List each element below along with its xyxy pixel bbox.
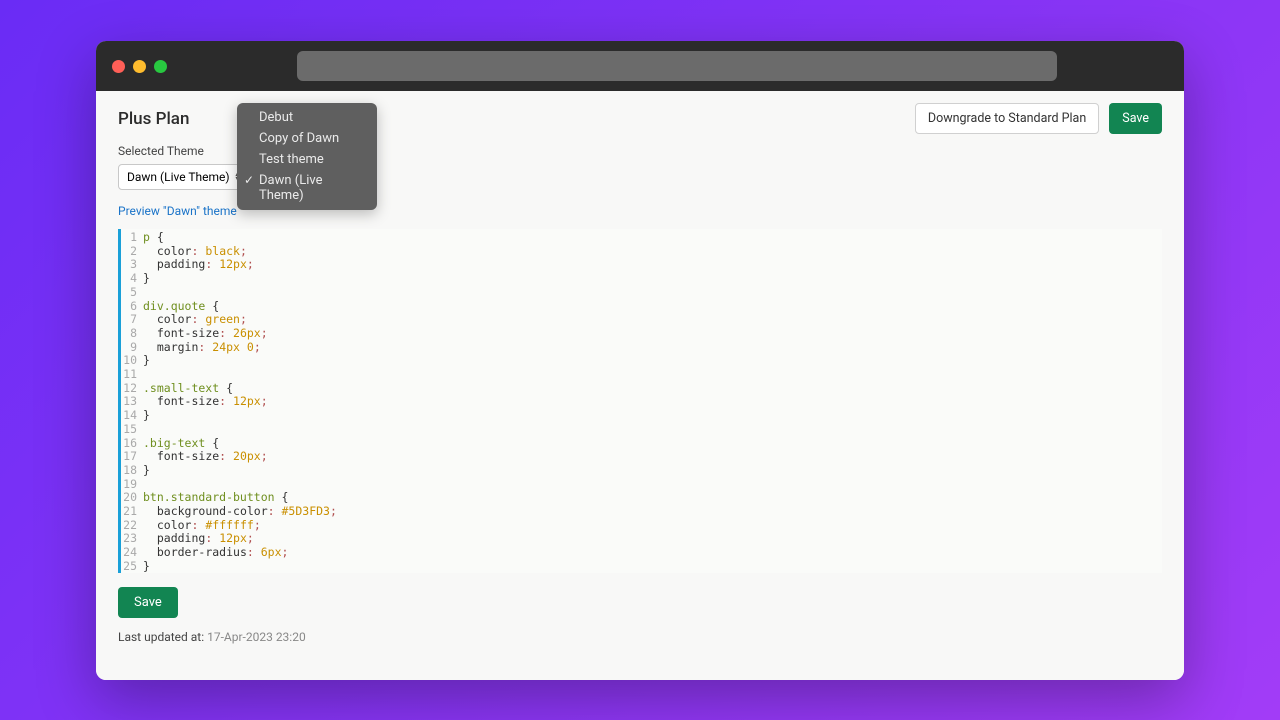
line-content: padding: 12px; (143, 258, 254, 272)
line-content: font-size: 26px; (143, 327, 268, 341)
line-number: 20 (121, 491, 143, 505)
line-number: 2 (121, 245, 143, 259)
line-number: 24 (121, 546, 143, 560)
maximize-icon[interactable] (154, 60, 167, 73)
line-number: 3 (121, 258, 143, 272)
theme-select-value: Dawn (Live Theme) (127, 170, 230, 184)
theme-option[interactable]: Debut (237, 107, 377, 128)
code-line[interactable]: 25} (121, 560, 1162, 573)
line-content: } (143, 272, 150, 286)
code-line[interactable]: 2 color: black; (121, 245, 1162, 259)
code-line[interactable]: 17 font-size: 20px; (121, 450, 1162, 464)
downgrade-button[interactable]: Downgrade to Standard Plan (915, 103, 1099, 134)
line-content: background-color: #5D3FD3; (143, 505, 337, 519)
line-content: color: black; (143, 245, 247, 259)
line-number: 6 (121, 300, 143, 314)
code-line[interactable]: 18} (121, 464, 1162, 478)
last-updated: Last updated at: 17-Apr-2023 23:20 (118, 630, 1184, 644)
line-number: 22 (121, 519, 143, 533)
code-line[interactable]: 9 margin: 24px 0; (121, 341, 1162, 355)
line-number: 10 (121, 354, 143, 368)
browser-window: Plus Plan Downgrade to Standard Plan Sav… (96, 41, 1184, 680)
last-updated-label: Last updated at: (118, 630, 207, 644)
line-number: 25 (121, 560, 143, 573)
line-number: 13 (121, 395, 143, 409)
line-content: .small-text { (143, 382, 233, 396)
theme-dropdown[interactable]: DebutCopy of DawnTest themeDawn (Live Th… (237, 103, 377, 210)
line-number: 17 (121, 450, 143, 464)
line-number: 15 (121, 423, 143, 437)
code-line[interactable]: 6div.quote { (121, 300, 1162, 314)
browser-titlebar (96, 41, 1184, 91)
header-actions: Downgrade to Standard Plan Save (915, 103, 1162, 134)
code-line[interactable]: 11 (121, 368, 1162, 382)
line-content: color: #ffffff; (143, 519, 261, 533)
line-number: 5 (121, 286, 143, 300)
traffic-lights (112, 60, 167, 73)
url-bar[interactable] (297, 51, 1057, 81)
line-content: font-size: 20px; (143, 450, 268, 464)
code-line[interactable]: 1p { (121, 231, 1162, 245)
code-line[interactable]: 12.small-text { (121, 382, 1162, 396)
line-content: } (143, 354, 150, 368)
save-button-bottom[interactable]: Save (118, 587, 178, 618)
theme-option[interactable]: Copy of Dawn (237, 128, 377, 149)
last-updated-timestamp: 17-Apr-2023 23:20 (207, 630, 306, 644)
line-content: padding: 12px; (143, 532, 254, 546)
minimize-icon[interactable] (133, 60, 146, 73)
line-number: 4 (121, 272, 143, 286)
line-number: 19 (121, 478, 143, 492)
line-number: 12 (121, 382, 143, 396)
code-line[interactable]: 22 color: #ffffff; (121, 519, 1162, 533)
theme-option[interactable]: Test theme (237, 149, 377, 170)
line-content: font-size: 12px; (143, 395, 268, 409)
code-line[interactable]: 15 (121, 423, 1162, 437)
line-number: 16 (121, 437, 143, 451)
code-line[interactable]: 13 font-size: 12px; (121, 395, 1162, 409)
code-line[interactable]: 3 padding: 12px; (121, 258, 1162, 272)
line-content: border-radius: 6px; (143, 546, 288, 560)
close-icon[interactable] (112, 60, 125, 73)
css-editor[interactable]: 1p {2 color: black;3 padding: 12px;4}56d… (118, 229, 1162, 573)
code-line[interactable]: 20btn.standard-button { (121, 491, 1162, 505)
code-line[interactable]: 14} (121, 409, 1162, 423)
line-number: 8 (121, 327, 143, 341)
code-line[interactable]: 4} (121, 272, 1162, 286)
theme-option[interactable]: Dawn (Live Theme) (237, 170, 377, 206)
line-content: div.quote { (143, 300, 219, 314)
line-number: 9 (121, 341, 143, 355)
code-line[interactable]: 24 border-radius: 6px; (121, 546, 1162, 560)
line-number: 14 (121, 409, 143, 423)
code-line[interactable]: 23 padding: 12px; (121, 532, 1162, 546)
line-number: 11 (121, 368, 143, 382)
code-line[interactable]: 19 (121, 478, 1162, 492)
save-button-top[interactable]: Save (1109, 103, 1162, 134)
theme-select[interactable]: Dawn (Live Theme) ▲▼ (118, 164, 249, 190)
code-line[interactable]: 7 color: green; (121, 313, 1162, 327)
code-line[interactable]: 16.big-text { (121, 437, 1162, 451)
line-number: 21 (121, 505, 143, 519)
line-number: 18 (121, 464, 143, 478)
code-line[interactable]: 5 (121, 286, 1162, 300)
page-title: Plus Plan (118, 109, 189, 129)
code-line[interactable]: 10} (121, 354, 1162, 368)
line-number: 7 (121, 313, 143, 327)
page-content: Plus Plan Downgrade to Standard Plan Sav… (96, 91, 1184, 680)
line-number: 23 (121, 532, 143, 546)
code-line[interactable]: 21 background-color: #5D3FD3; (121, 505, 1162, 519)
line-content: } (143, 464, 150, 478)
code-line[interactable]: 8 font-size: 26px; (121, 327, 1162, 341)
line-content: color: green; (143, 313, 247, 327)
line-content: } (143, 409, 150, 423)
line-number: 1 (121, 231, 143, 245)
line-content: .big-text { (143, 437, 219, 451)
line-content: margin: 24px 0; (143, 341, 261, 355)
line-content: p { (143, 231, 164, 245)
line-content: btn.standard-button { (143, 491, 288, 505)
preview-theme-link[interactable]: Preview "Dawn" theme (118, 204, 237, 218)
line-content: } (143, 560, 150, 573)
